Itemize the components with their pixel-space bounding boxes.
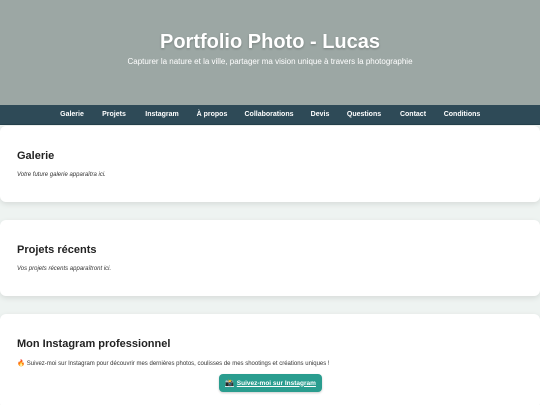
nav-item-questions[interactable]: Questions [347, 105, 381, 125]
camera-icon: 📸 [225, 380, 234, 387]
nav-item-galerie[interactable]: Galerie [60, 105, 84, 125]
gallery-placeholder-text: Votre future galerie apparaîtra ici. [17, 172, 106, 178]
projects-placeholder-text: Vos projets récents apparaîtront ici. [17, 266, 112, 272]
follow-instagram-label: Suivez-moi sur Instagram [236, 379, 316, 387]
instagram-description: 🔥 Suivez-moi sur Instagram pour découvri… [17, 360, 330, 368]
nav-item-instagram[interactable]: Instagram [145, 105, 178, 125]
hero-header: Portfolio Photo - Lucas Capturer la natu… [0, 0, 540, 105]
nav-item-conditions[interactable]: Conditions [444, 105, 481, 125]
fire-icon: 🔥 [17, 360, 26, 367]
nav-item-devis[interactable]: Devis [311, 105, 330, 125]
instagram-section: Mon Instagram professionnel 🔥 Suivez-moi… [0, 314, 540, 405]
site-subtitle: Capturer la nature et la ville, partager… [127, 57, 413, 66]
projects-title: Projets récents [17, 244, 97, 256]
projects-section: Projets récents Vos projets récents appa… [0, 220, 540, 296]
nav-item-a-propos[interactable]: À propos [197, 105, 228, 125]
nav-item-projets[interactable]: Projets [102, 105, 126, 125]
instagram-description-text: Suivez-moi sur Instagram pour découvrir … [26, 361, 330, 367]
gallery-title: Galerie [17, 150, 55, 162]
main-nav: Galerie Projets Instagram À propos Colla… [0, 105, 540, 125]
gallery-section: Galerie Votre future galerie apparaîtra … [0, 126, 540, 202]
site-title: Portfolio Photo - Lucas [160, 31, 380, 53]
nav-item-contact[interactable]: Contact [400, 105, 426, 125]
nav-item-collaborations[interactable]: Collaborations [244, 105, 293, 125]
follow-instagram-button[interactable]: 📸 Suivez-moi sur Instagram [219, 374, 322, 392]
instagram-title: Mon Instagram professionnel [17, 338, 171, 350]
